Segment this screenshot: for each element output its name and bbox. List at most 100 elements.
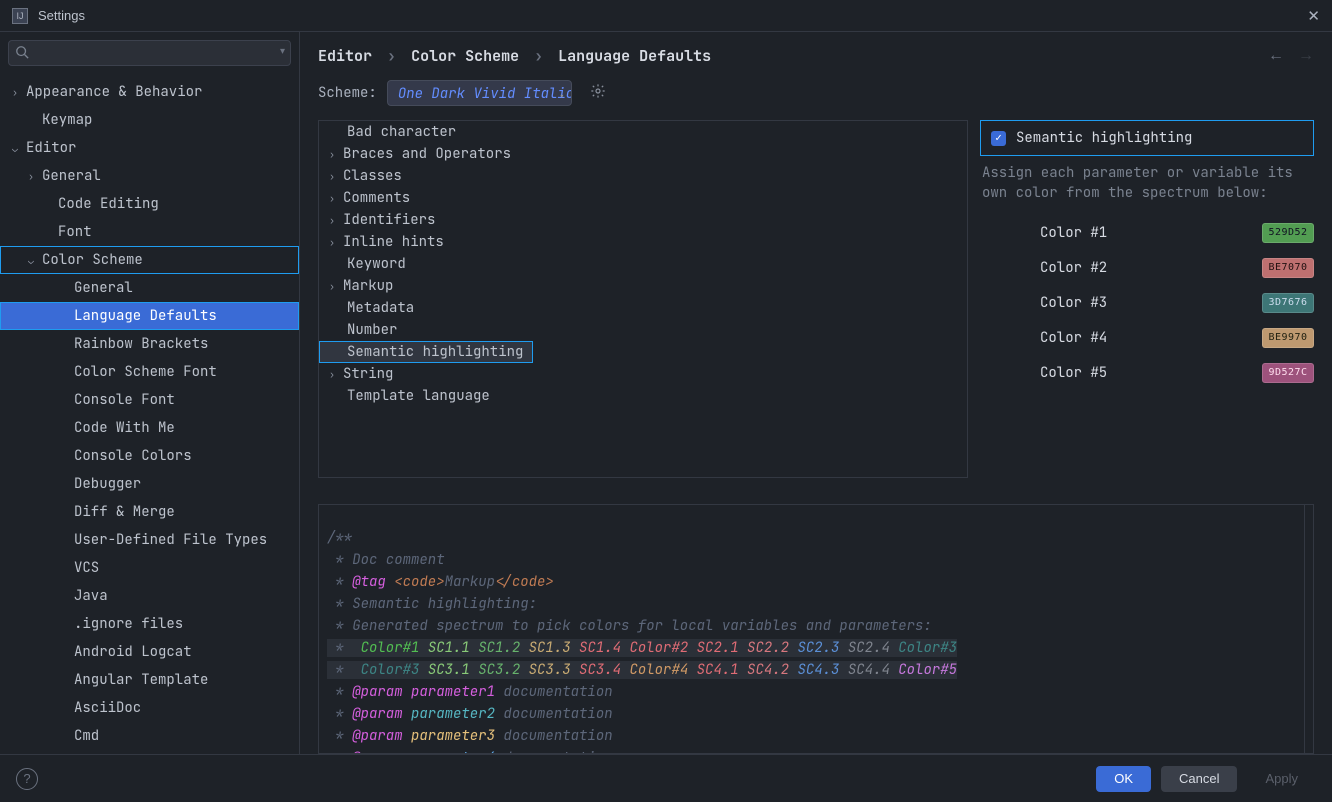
color-swatch[interactable]: BE7070 — [1262, 258, 1314, 278]
cancel-button[interactable]: Cancel — [1161, 766, 1237, 792]
window-title: Settings — [38, 8, 85, 23]
attribute-item[interactable]: ›Inline hints — [319, 231, 967, 253]
apply-button[interactable]: Apply — [1247, 766, 1316, 792]
sidebar-item[interactable]: ›AsciiDoc — [0, 694, 299, 722]
color-row[interactable]: Color #4 BE9970 — [980, 320, 1314, 355]
scheme-dropdown[interactable]: One Dark Vivid Italic ▾ — [387, 80, 572, 106]
chevron-icon: › — [28, 170, 42, 183]
color-row[interactable]: Color #33D7676 — [980, 285, 1314, 320]
sidebar-item-label: Cmd — [74, 727, 99, 745]
sidebar-item[interactable]: ›.ignore files — [0, 610, 299, 638]
attribute-item[interactable]: ›Metadata — [319, 297, 967, 319]
sidebar-item[interactable]: ›General — [0, 162, 299, 190]
chevron-down-icon[interactable]: ▾ — [280, 46, 285, 57]
search-icon — [15, 45, 29, 62]
sidebar-item[interactable]: ›Keymap — [0, 106, 299, 134]
sidebar-item-label: Code Editing — [58, 195, 159, 213]
sidebar-item[interactable]: ›Console Colors — [0, 442, 299, 470]
sidebar-item[interactable]: ›Language Defaults — [0, 302, 299, 330]
chevron-icon: › — [329, 236, 343, 249]
attribute-item[interactable]: ›Markup — [319, 275, 967, 297]
search-input[interactable] — [8, 40, 291, 66]
color-swatch[interactable]: BE9970 — [1262, 328, 1314, 348]
sidebar-item[interactable]: ›Code Editing — [0, 190, 299, 218]
color-swatch[interactable]: 3D7676 — [1262, 293, 1314, 313]
attribute-item[interactable]: ›Bad character — [319, 121, 967, 143]
sidebar-item[interactable]: ›User-Defined File Types — [0, 526, 299, 554]
attribute-label: Metadata — [343, 299, 414, 317]
chevron-icon: › — [329, 280, 343, 293]
chevron-icon: › — [329, 368, 343, 381]
chevron-down-icon: ▾ — [559, 87, 565, 106]
close-icon[interactable]: ✕ — [1307, 7, 1320, 25]
attribute-item[interactable]: ›Keyword — [319, 253, 967, 275]
app-icon: IJ — [12, 8, 28, 24]
preview-line: * Generated spectrum to pick colors for … — [327, 617, 932, 635]
sidebar-item[interactable]: ›Rainbow Brackets — [0, 330, 299, 358]
attribute-item[interactable]: ›Comments — [319, 187, 967, 209]
separator-icon: › — [534, 46, 543, 66]
color-swatch[interactable]: 529D52 — [1262, 223, 1314, 243]
sidebar-item[interactable]: ›Angular Template — [0, 666, 299, 694]
chevron-icon: › — [12, 86, 26, 99]
color-label: Color #5 — [1040, 364, 1107, 382]
attribute-item[interactable]: ›Classes — [319, 165, 967, 187]
sidebar-item[interactable]: ›Color Scheme Font — [0, 358, 299, 386]
sidebar-item[interactable]: ›Console Font — [0, 386, 299, 414]
sidebar-item[interactable]: ›Code With Me — [0, 414, 299, 442]
sidebar-item[interactable]: ›Android Logcat — [0, 638, 299, 666]
breadcrumb-editor[interactable]: Editor — [318, 46, 372, 66]
color-row[interactable]: Color #5 9D527C — [980, 355, 1314, 390]
preview-line: * Doc comment — [327, 551, 445, 569]
separator-icon: › — [387, 46, 396, 66]
gear-icon[interactable] — [590, 83, 606, 104]
sidebar-item-label: AsciiDoc — [74, 699, 141, 717]
semantic-highlighting-checkbox-row[interactable]: ✓ Semantic highlighting — [980, 120, 1314, 156]
attribute-item[interactable]: ›Semantic highlighting — [319, 341, 533, 363]
sidebar-item-label: Console Font — [74, 391, 175, 409]
attribute-label: Comments — [343, 189, 410, 207]
chevron-icon: › — [329, 148, 343, 161]
sidebar-item-label: Editor — [26, 139, 76, 157]
preview-line: * Semantic highlighting: — [327, 595, 537, 613]
color-row[interactable]: Color #1 529D52 — [980, 215, 1314, 250]
color-label: Color #1 — [1040, 224, 1107, 242]
preview-line: /** — [327, 529, 352, 547]
attribute-label: Braces and Operators — [343, 145, 511, 163]
chevron-icon: › — [329, 170, 343, 183]
attribute-item[interactable]: ›String — [319, 363, 967, 385]
sidebar-item[interactable]: ›Java — [0, 582, 299, 610]
sidebar-item[interactable]: ⌄Editor — [0, 134, 299, 162]
sidebar-item[interactable]: ›Font — [0, 218, 299, 246]
sidebar-item[interactable]: ›Appearance & Behavior — [0, 78, 299, 106]
scheme-value: One Dark Vivid Italic — [398, 85, 572, 103]
sidebar-item[interactable]: ›Cmd — [0, 722, 299, 750]
sidebar-item[interactable]: ›Debugger — [0, 470, 299, 498]
checkbox-icon[interactable]: ✓ — [991, 131, 1006, 146]
settings-tree[interactable]: ›Appearance & Behavior›Keymap⌄Editor›Gen… — [0, 74, 299, 754]
attributes-list[interactable]: ›Bad character›Braces and Operators›Clas… — [318, 120, 968, 478]
back-icon[interactable]: ← — [1268, 47, 1284, 65]
forward-icon[interactable]: → — [1298, 47, 1314, 65]
attribute-item[interactable]: ›Braces and Operators — [319, 143, 967, 165]
sidebar-item[interactable]: ›VCS — [0, 554, 299, 582]
scheme-label: Scheme: — [318, 84, 377, 102]
color-swatch[interactable]: 9D527C — [1262, 363, 1314, 383]
sidebar-item-label: Rainbow Brackets — [74, 335, 208, 353]
ok-button[interactable]: OK — [1096, 766, 1151, 792]
color-row[interactable]: Color #2 BE7070 — [980, 250, 1314, 285]
sidebar-item[interactable]: ›Diff & Merge — [0, 498, 299, 526]
attribute-item[interactable]: ›Identifiers — [319, 209, 967, 231]
attribute-item[interactable]: ›Template language — [319, 385, 967, 407]
color-label: Color #4 — [1040, 329, 1107, 347]
attribute-item[interactable]: ›Number — [319, 319, 967, 341]
breadcrumb: Editor › Color Scheme › Language Default… — [318, 46, 711, 66]
sidebar-item-label: Debugger — [74, 475, 141, 493]
sidebar-item[interactable]: ›General — [0, 274, 299, 302]
color-spectrum-list: Color #1 529D52 Color #2 BE7070 Color #33D76… — [980, 211, 1314, 390]
sidebar-item[interactable]: ⌄Color Scheme — [0, 246, 299, 274]
sidebar-item-label: User-Defined File Types — [74, 531, 267, 549]
help-icon[interactable]: ? — [16, 768, 38, 790]
breadcrumb-color-scheme[interactable]: Color Scheme — [411, 46, 519, 66]
color-label: Color #2 — [1040, 259, 1107, 277]
